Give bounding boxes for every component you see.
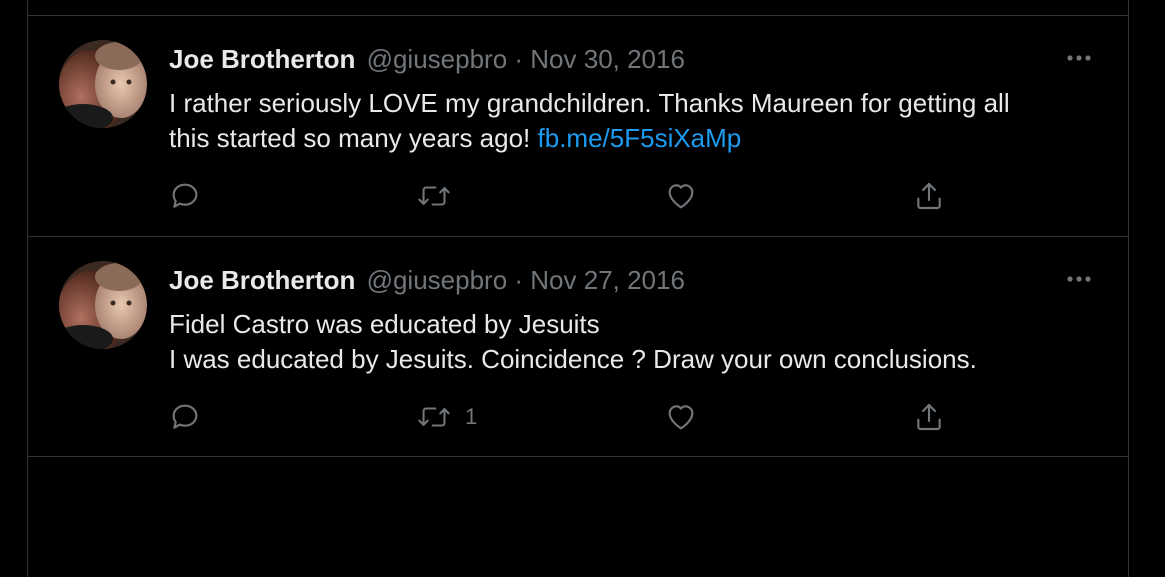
- share-button[interactable]: [913, 397, 945, 437]
- reply-icon: [172, 183, 198, 208]
- reply-button[interactable]: [169, 397, 201, 437]
- tweet-text-segment: this started so many years ago!: [169, 123, 538, 153]
- tweet-text-line: Fidel Castro was educated by Jesuits: [169, 309, 600, 339]
- like-button[interactable]: [665, 176, 697, 216]
- tweet-text: I rather seriously LOVE my grandchildren…: [169, 86, 1089, 156]
- handle-and-date[interactable]: @giusepbro · Nov 30, 2016: [367, 44, 685, 74]
- reply-icon: [172, 404, 198, 429]
- tweet-text-line: I rather seriously LOVE my grandchildren…: [169, 88, 1010, 118]
- handle-and-date[interactable]: @giusepbro · Nov 27, 2016: [367, 265, 685, 295]
- more-options-icon[interactable]: [1064, 267, 1094, 291]
- retweet-icon: [418, 186, 450, 206]
- avatar[interactable]: [59, 261, 147, 349]
- retweet-button[interactable]: [417, 176, 465, 216]
- like-button[interactable]: [665, 397, 697, 437]
- heart-icon: [668, 184, 694, 209]
- share-icon: [917, 182, 941, 210]
- share-button[interactable]: [913, 176, 945, 216]
- heart-icon: [668, 405, 694, 430]
- retweet-button[interactable]: 1: [417, 397, 477, 437]
- retweet-count: 1: [465, 404, 478, 429]
- tweet-text-line: this started so many years ago! fb.me/5F…: [169, 121, 1089, 156]
- tweet[interactable]: Joe Brotherton @giusepbro · Nov 30, 2016…: [28, 16, 1128, 236]
- divider: [28, 456, 1128, 457]
- tweet-actions: [169, 176, 969, 216]
- reply-button[interactable]: [169, 176, 201, 216]
- tweet-header: Joe Brotherton @giusepbro · Nov 30, 2016: [169, 42, 685, 76]
- more-options-icon[interactable]: [1064, 46, 1094, 70]
- share-icon: [917, 403, 941, 431]
- avatar[interactable]: [59, 40, 147, 128]
- tweet-link[interactable]: fb.me/5F5siXaMp: [538, 123, 742, 153]
- author-name[interactable]: Joe Brotherton: [169, 44, 355, 74]
- tweet-text-line: I was educated by Jesuits. Coincidence ?…: [169, 344, 977, 374]
- timeline: Joe Brotherton @giusepbro · Nov 30, 2016…: [27, 0, 1129, 577]
- tweet-actions: 1: [169, 397, 969, 437]
- tweet-header: Joe Brotherton @giusepbro · Nov 27, 2016: [169, 263, 685, 297]
- tweet[interactable]: Joe Brotherton @giusepbro · Nov 27, 2016…: [28, 237, 1128, 457]
- author-name[interactable]: Joe Brotherton: [169, 265, 355, 295]
- tweet-text: Fidel Castro was educated by Jesuits I w…: [169, 307, 1089, 377]
- retweet-icon: [418, 407, 450, 427]
